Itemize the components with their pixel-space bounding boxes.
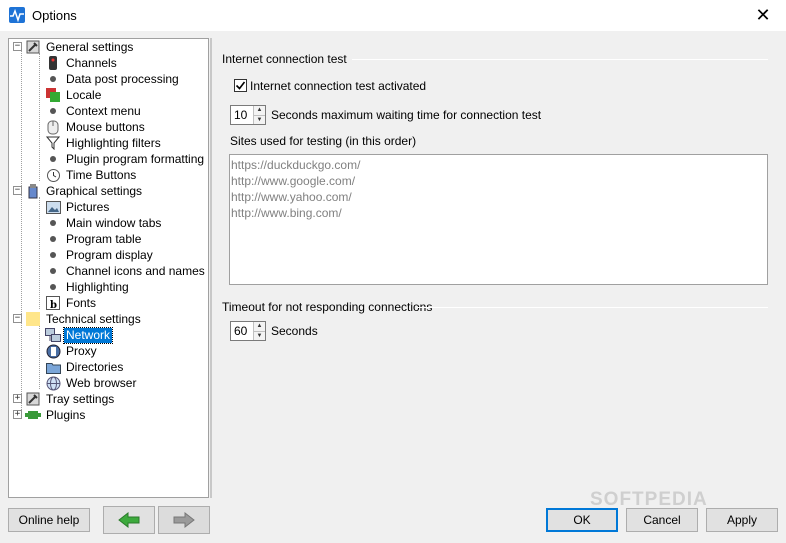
directory-icon [45,359,61,375]
sites-label: Sites used for testing (in this order) [230,134,417,148]
picture-icon [45,199,61,215]
site-entry: http://www.google.com/ [231,174,356,188]
connection-test-checkbox[interactable] [234,79,247,92]
max-wait-spinner[interactable]: 10 ▲ ▼ [230,105,266,125]
bullet-icon [45,103,61,119]
wrench-settings-icon [25,39,41,55]
tree-item-channel-icons-and-names[interactable]: Channel icons and names [45,263,207,279]
section-divider [352,59,768,60]
site-entry: https://duckduckgo.com/ [231,158,361,172]
connection-test-label[interactable]: Internet connection test activated [250,79,426,93]
title-bar: Options ✕ [0,0,786,31]
network-settings-panel: Internet connection test Internet connec… [212,38,782,498]
tree-item-channels[interactable]: Channels [45,55,119,71]
tree-item-plugin-program-formatting[interactable]: Plugin program formatting [45,151,206,167]
close-button[interactable]: ✕ [740,0,786,31]
checkmark-icon [235,81,246,90]
spinner-down-icon[interactable]: ▼ [254,330,265,340]
tree-item-context-menu[interactable]: Context menu [45,103,143,119]
forward-arrow-icon [173,512,195,528]
wrench-settings-icon [25,391,41,407]
spinner-down-icon[interactable]: ▼ [254,114,265,124]
window-title: Options [32,8,77,23]
section-title-timeout: Timeout for not responding connections [222,300,433,314]
network-icon [45,327,61,343]
online-help-button[interactable]: Online help [8,508,90,532]
tree-item-directories[interactable]: Directories [45,359,125,375]
remote-control-icon [45,55,61,71]
tree-item-tray-settings[interactable]: + Tray settings [11,391,116,407]
tree-item-plugins[interactable]: + Plugins [11,407,87,423]
bullet-icon [45,151,61,167]
app-icon [9,7,25,23]
tree-item-network[interactable]: Network [45,326,114,344]
tree-item-technical-settings[interactable]: − Technical settings [11,311,143,327]
tree-item-data-post-processing[interactable]: Data post processing [45,71,181,87]
mouse-icon [45,119,61,135]
watermark: SOFTPEDIA [590,489,708,510]
back-button[interactable] [103,506,155,534]
globe-icon [45,375,61,391]
tree-item-program-table[interactable]: Program table [45,231,143,247]
tree-item-graphical-settings[interactable]: − Graphical settings [11,183,144,199]
spinner-up-icon[interactable]: ▲ [254,106,265,115]
bullet-icon [45,279,61,295]
close-icon: ✕ [755,5,771,25]
settings-tree[interactable]: − General settings Channels Data post pr… [8,38,209,498]
tree-item-locale[interactable]: Locale [45,87,103,103]
tree-item-proxy[interactable]: Proxy [45,343,99,359]
forward-button[interactable] [158,506,210,534]
folder-icon [25,311,41,327]
ok-button[interactable]: OK [546,508,618,532]
svg-text:b: b [50,300,57,310]
bullet-icon [45,71,61,87]
tree-item-main-window-tabs[interactable]: Main window tabs [45,215,163,231]
bullet-icon [45,263,61,279]
clock-icon [45,167,61,183]
tree-item-pictures[interactable]: Pictures [45,199,111,215]
timeout-value[interactable]: 60 [231,322,253,340]
site-entry: http://www.bing.com/ [231,206,342,220]
timeout-label: Seconds [271,324,318,338]
bullet-icon [45,247,61,263]
paint-bucket-icon [25,183,41,199]
section-divider [417,307,768,308]
plugin-icon [25,407,41,423]
tree-item-general-settings[interactable]: − General settings [11,39,135,55]
filter-icon [45,135,61,151]
max-wait-label: Seconds maximum waiting time for connect… [271,108,542,122]
font-icon: b [45,295,61,311]
timeout-spinner[interactable]: 60 ▲ ▼ [230,321,266,341]
bullet-icon [45,215,61,231]
bullet-icon [45,231,61,247]
tree-item-mouse-buttons[interactable]: Mouse buttons [45,119,147,135]
cancel-button[interactable]: Cancel [626,508,698,532]
tree-item-web-browser[interactable]: Web browser [45,375,138,391]
tree-item-fonts[interactable]: b Fonts [45,295,98,311]
locale-icon [45,87,61,103]
apply-button[interactable]: Apply [706,508,778,532]
sites-textarea[interactable]: https://duckduckgo.com/ http://www.googl… [229,154,768,285]
back-arrow-icon [118,512,140,528]
tree-item-highlighting-filters[interactable]: Highlighting filters [45,135,163,151]
tree-item-highlighting[interactable]: Highlighting [45,279,131,295]
max-wait-value[interactable]: 10 [231,106,253,124]
spinner-up-icon[interactable]: ▲ [254,322,265,331]
section-title-connection-test: Internet connection test [222,52,347,66]
tree-item-time-buttons[interactable]: Time Buttons [45,167,138,183]
site-entry: http://www.yahoo.com/ [231,190,352,204]
proxy-icon [45,343,61,359]
tree-item-program-display[interactable]: Program display [45,247,155,263]
